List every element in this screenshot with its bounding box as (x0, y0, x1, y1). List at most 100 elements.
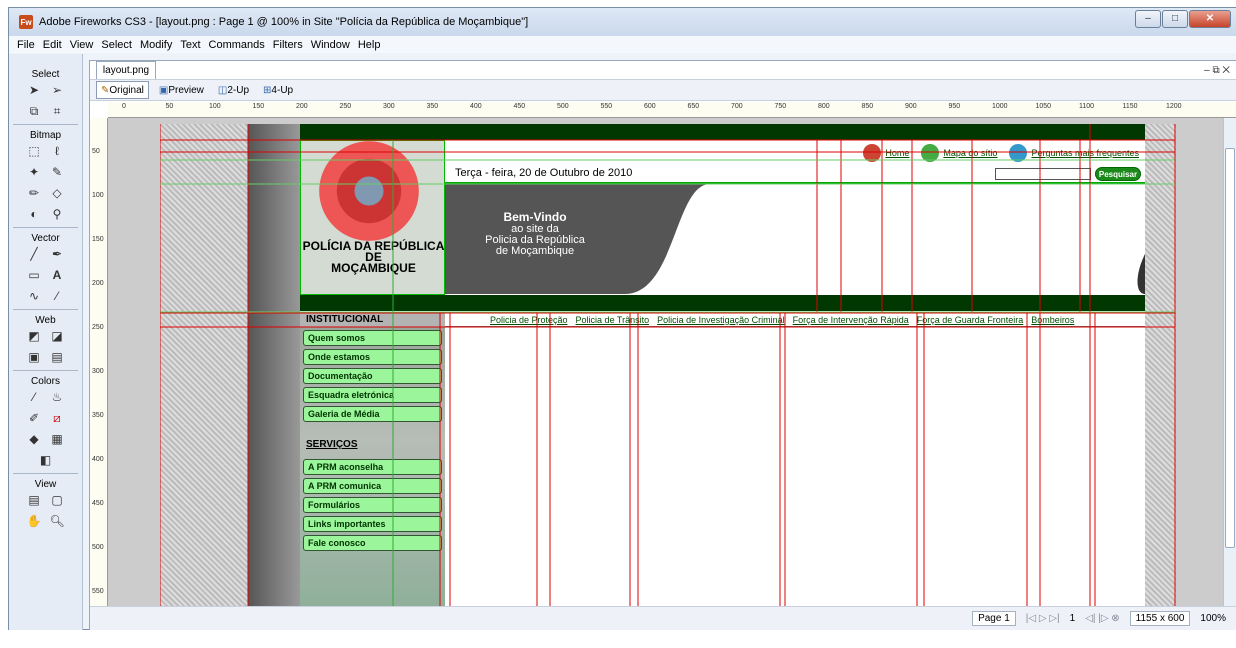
line-icon[interactable]: ╱ (27, 247, 42, 262)
menu-onde-estamos[interactable]: Onde estamos (303, 349, 442, 365)
original-view-button[interactable]: ✎ Original (96, 81, 149, 99)
ruler-h-mark: 900 (905, 103, 917, 110)
4up-view-button[interactable]: ⊞ 4-Up (259, 81, 297, 99)
menu-file[interactable]: File (17, 39, 35, 51)
menu-aconselha[interactable]: A PRM aconselha (303, 459, 442, 475)
menu-help[interactable]: Help (358, 39, 381, 51)
pencil-icon[interactable]: ✏ (27, 186, 42, 201)
search-button[interactable]: Pesquisar (1095, 167, 1141, 181)
show-slices-icon[interactable]: ▤ (50, 350, 65, 365)
text-tool-icon[interactable]: A (50, 268, 65, 283)
blur-icon[interactable]: ◐ (27, 207, 42, 222)
frame-controls[interactable]: ◁| |▷ ⊗ (1085, 613, 1120, 624)
brush-icon[interactable]: ✎ (50, 165, 65, 180)
nav-link-investigation[interactable]: Policia de Investigação Criminal (657, 313, 785, 327)
menu-documentacao[interactable]: Documentação (303, 368, 442, 384)
menu-text[interactable]: Text (180, 39, 200, 51)
maximize-button[interactable]: □ (1162, 10, 1188, 28)
2up-icon: ◫ (217, 84, 228, 96)
minimize-button[interactable]: – (1135, 10, 1161, 28)
ruler-v-mark: 200 (92, 280, 104, 287)
menu-commands[interactable]: Commands (209, 39, 265, 51)
2up-view-button[interactable]: ◫ 2-Up (214, 81, 253, 99)
menu-window[interactable]: Window (311, 39, 350, 51)
ruler-h-mark: 850 (861, 103, 874, 110)
ruler-h-mark: 150 (252, 103, 265, 110)
ruler-h-mark: 350 (426, 103, 439, 110)
document-controls[interactable]: – ⧉ ✕ (1204, 65, 1230, 76)
page-selector[interactable]: Page 1 (972, 611, 1016, 626)
design-page: POLÍCIA DA REPÚBLICA DE MOÇAMBIQUE Home … (160, 124, 1176, 606)
menu-filters[interactable]: Filters (273, 39, 303, 51)
menu-quem-somos[interactable]: Quem somos (303, 330, 442, 346)
close-button[interactable]: ✕ (1189, 10, 1231, 28)
menu-edit[interactable]: Edit (43, 39, 62, 51)
lasso-icon[interactable]: ℓ (50, 144, 65, 159)
swap-colors-icon[interactable]: ▦ (50, 432, 65, 447)
ruler-h-mark: 250 (339, 103, 352, 110)
menu-select[interactable]: Select (101, 39, 132, 51)
paint-bucket-icon[interactable]: ♨ (50, 390, 65, 405)
ruler-h-mark: 50 (165, 103, 174, 110)
pen-icon[interactable]: ✒ (50, 247, 65, 262)
zoom-icon[interactable]: 🔍︎ (50, 514, 65, 529)
preview-view-button[interactable]: ▣ Preview (155, 81, 208, 99)
zoom-level[interactable]: 100% (1200, 613, 1226, 624)
playback-controls[interactable]: |◁ ▷ ▷| (1026, 613, 1060, 624)
menu-formularios[interactable]: Formulários (303, 497, 442, 513)
hand-icon[interactable]: ✋ (27, 514, 42, 529)
menu-links[interactable]: Links importantes (303, 516, 442, 532)
current-date: Terça - feira, 20 de Outubro de 2010 (455, 167, 633, 179)
document-tab[interactable]: layout.png (96, 61, 156, 79)
hide-slices-icon[interactable]: ▣ (27, 350, 42, 365)
menu-view[interactable]: View (70, 39, 94, 51)
full-screen-icon[interactable]: ▢ (50, 493, 65, 508)
eraser-icon[interactable]: ◇ (50, 186, 65, 201)
vertical-scrollbar[interactable] (1223, 118, 1236, 606)
default-colors-icon[interactable]: ◆ (27, 432, 42, 447)
rectangle-icon[interactable]: ▭ (27, 268, 42, 283)
color-swatch-icon[interactable]: ◧ (38, 453, 53, 468)
welcome-banner: Bem-Vindo ao site da Policia da Repúblic… (445, 184, 1145, 294)
canvas-size[interactable]: 1155 x 600 (1129, 611, 1191, 626)
marquee-icon[interactable]: ⬚ (27, 144, 42, 159)
pointer-icon[interactable]: ➤ (27, 83, 42, 98)
home-link[interactable]: Home (885, 148, 909, 158)
crop-icon[interactable]: ⌗ (50, 104, 65, 119)
stamp-icon[interactable]: ⚲ (50, 207, 65, 222)
nav-link-traffic[interactable]: Policia de Trânsito (576, 313, 650, 327)
top-links: Home Mapa do sítio Perguntas mais freque… (851, 144, 1139, 162)
search-input[interactable] (995, 168, 1091, 180)
menu-esquadra[interactable]: Esquadra eletrónica (303, 387, 442, 403)
ruler-v-mark: 300 (92, 368, 104, 375)
sitemap-link[interactable]: Mapa do sítio (943, 148, 997, 158)
slice-icon[interactable]: ◪ (50, 329, 65, 344)
document-window: layout.png – ⧉ ✕ ✎ Original ▣ Preview ◫ … (89, 60, 1236, 630)
ruler-v-mark: 450 (92, 500, 104, 507)
faq-link[interactable]: Perguntas mais frequentes (1031, 148, 1139, 158)
hotspot-icon[interactable]: ◩ (27, 329, 42, 344)
magic-wand-icon[interactable]: ✦ (27, 165, 42, 180)
nav-link-border[interactable]: Força de Guarda Fronteira (917, 313, 1024, 327)
nav-link-rapid[interactable]: Força de Intervenção Rápida (793, 313, 909, 327)
knife-icon[interactable]: ⁄ (50, 289, 65, 304)
menu-modify[interactable]: Modify (140, 39, 172, 51)
nav-link-protection[interactable]: Policia de Proteção (490, 313, 568, 327)
eyedropper-icon[interactable]: ⁄ (27, 390, 42, 405)
menu-galeria[interactable]: Galeria de Média (303, 406, 442, 422)
stroke-color-icon[interactable]: ✐ (27, 411, 42, 426)
fill-color-icon[interactable]: ⧄ (50, 411, 65, 426)
ruler-v-mark: 550 (92, 588, 104, 595)
scale-icon[interactable]: ⧉ (27, 104, 42, 119)
tools-view-label: View (34, 479, 57, 490)
menu-comunica[interactable]: A PRM comunica (303, 478, 442, 494)
freeform-icon[interactable]: ∿ (27, 289, 42, 304)
ruler-h-mark: 950 (948, 103, 961, 110)
scroll-thumb[interactable] (1225, 148, 1235, 548)
standard-screen-icon[interactable]: ▤ (27, 493, 42, 508)
subselect-icon[interactable]: ➢ (50, 83, 65, 98)
canvas[interactable]: POLÍCIA DA REPÚBLICA DE MOÇAMBIQUE Home … (108, 118, 1223, 606)
menu-fale-conosco[interactable]: Fale conosco (303, 535, 442, 551)
nav-link-fire[interactable]: Bombeiros (1031, 313, 1074, 327)
view-mode-bar: ✎ Original ▣ Preview ◫ 2-Up ⊞ 4-Up (90, 79, 1236, 101)
